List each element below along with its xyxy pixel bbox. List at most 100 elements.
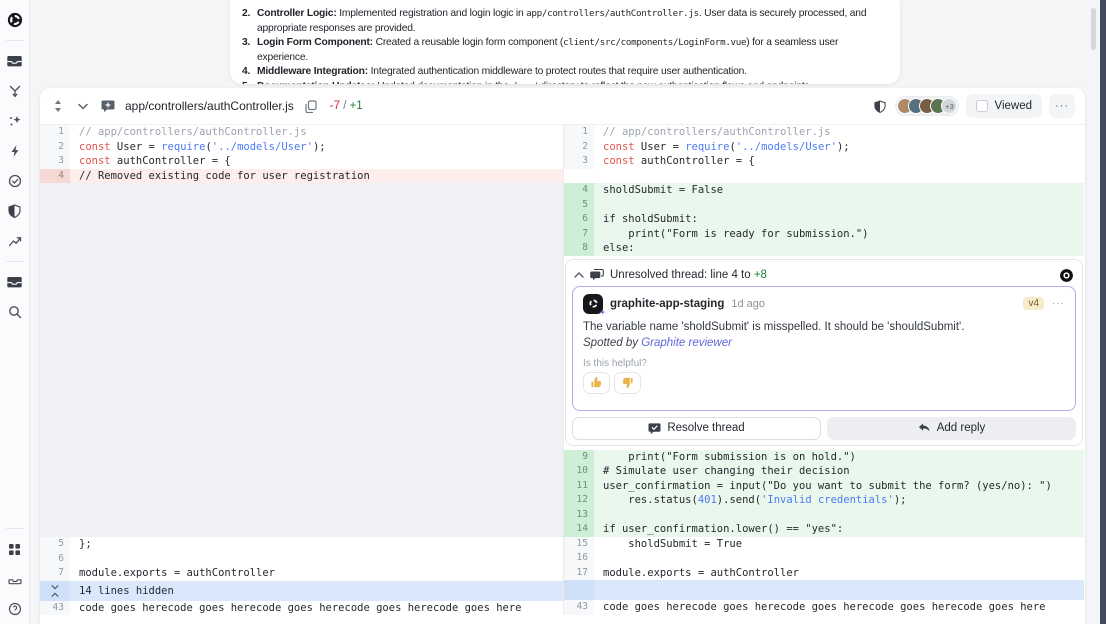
file-path: app/controllers/authController.js [125,99,294,113]
code-line: if sholdSubmit: [594,212,1084,227]
code-line: // app/controllers/authController.js [70,125,563,140]
expand-collapse-icon[interactable] [50,98,66,114]
comment-attribution: Spotted by Graphite reviewer [583,337,1065,349]
diff-row: 3const authController = { [40,154,563,169]
diff-row: 5 [564,198,1084,213]
diff-row: 5}; [40,537,563,552]
merge-icon[interactable] [7,83,23,99]
bolt-icon[interactable] [7,143,23,159]
line-number[interactable]: 7 [40,566,70,581]
line-number[interactable]: 3 [40,154,70,169]
line-number[interactable]: 14 [564,522,594,537]
diff-stats: -7 / +1 [330,100,363,112]
line-number[interactable]: 9 [564,450,594,465]
collapse-thread-icon[interactable] [574,272,584,278]
review-thread: Unresolved thread: line 4 to +8 ✦ graphi… [565,259,1083,446]
line-number[interactable]: 5 [40,537,70,552]
diff-row: 43code goes herecode goes herecode goes … [40,601,563,616]
comment-more-button[interactable]: ··· [1052,298,1065,309]
line-number[interactable]: 5 [564,198,594,213]
diff-row: 1// app/controllers/authController.js [564,125,1084,140]
line-number[interactable]: 1 [40,125,70,140]
code-line: res.status(401).send('Invalid credential… [594,493,1084,508]
diff-row: 6if sholdSubmit: [564,212,1084,227]
window-edge [1100,0,1106,624]
line-number[interactable]: 43 [564,600,594,615]
diff-row: 14if user_confirmation.lower() == "yes": [564,522,1084,537]
additions-count: +1 [350,100,363,112]
inbox-icon[interactable] [7,53,23,69]
line-number[interactable]: 4 [564,183,594,198]
line-number[interactable]: 2 [564,140,594,155]
line-number[interactable]: 4 [40,169,70,184]
scrollbar-thumb[interactable] [1091,8,1096,50]
help-icon[interactable] [7,601,23,617]
comment-body: The variable name 'sholdSubmit' is missp… [583,321,1065,333]
comment-author: graphite-app-staging [610,298,724,310]
code-line: module.exports = authController [70,566,563,581]
expand-hidden-lines[interactable] [40,581,70,601]
shield-icon[interactable] [7,203,23,219]
line-number[interactable]: 6 [40,552,70,567]
line-number[interactable]: 1 [564,125,594,140]
line-number[interactable]: 11 [564,479,594,494]
line-number[interactable]: 10 [564,464,594,479]
search-icon[interactable] [7,304,23,320]
chart-icon[interactable] [7,233,23,249]
line-number[interactable]: 7 [564,227,594,242]
line-number[interactable]: 13 [564,508,594,523]
diff-row: 4sholdSubmit = False [564,183,1084,198]
file-more-button[interactable]: ··· [1049,94,1075,118]
apps-grid-icon[interactable] [7,541,23,557]
sidebar-divider [6,261,24,262]
version-badge[interactable]: v4 [1023,297,1044,310]
thread-line-range: +8 [754,269,767,281]
line-number[interactable]: 6 [564,212,594,227]
add-reply-button[interactable]: Add reply [827,417,1076,440]
chevron-down-icon[interactable] [75,98,91,114]
diff-row: 2const User = require('../models/User'); [40,140,563,155]
diff-row: 43code goes herecode goes herecode goes … [564,600,1084,615]
resolve-thread-button[interactable]: Resolve thread [572,417,821,440]
shield-toggle-icon[interactable] [872,98,888,114]
tray-icon[interactable] [7,571,23,587]
line-number[interactable]: 17 [564,566,594,581]
line-number[interactable]: 2 [40,140,70,155]
copy-path-icon[interactable] [303,98,319,114]
inbox-icon[interactable] [7,274,23,290]
inline-code: client/src/components/LoginForm.vue [563,37,746,48]
thumbs-down-button[interactable] [614,372,641,394]
ai-sparkles-icon[interactable] [7,113,23,129]
summary-item-number: 2. [242,7,257,36]
viewed-toggle[interactable]: Viewed [966,94,1042,118]
reviewer-avatars[interactable]: +3 [895,96,959,116]
code-line: // app/controllers/authController.js [594,125,1084,140]
line-number[interactable]: 16 [564,551,594,566]
line-number[interactable]: 15 [564,537,594,552]
diff-row: 13 [564,508,1084,523]
graphite-logo-icon[interactable] [7,12,23,28]
viewed-checkbox[interactable] [976,100,988,112]
diff-row: 12 res.status(401).send('Invalid credent… [564,493,1084,508]
code-line: // Removed existing code for user regist… [70,169,563,184]
thread-target-icon[interactable] [1059,268,1074,283]
check-circle-icon[interactable] [7,173,23,189]
thumbs-up-button[interactable] [583,372,610,394]
line-number[interactable]: 43 [40,601,70,616]
graphite-reviewer-link[interactable]: Graphite reviewer [641,337,732,349]
sidebar-divider [6,528,24,529]
line-number[interactable]: 12 [564,493,594,508]
line-number[interactable]: 8 [564,241,594,256]
diff-row: 3const authController = { [564,154,1084,169]
summary-item-text: Documentation Updates: Updated documenta… [257,80,886,84]
diff-row: 9 print("Form submission is on hold.") [564,450,1084,465]
deletions-count: -7 [330,100,340,112]
expand-down-icon [51,584,59,590]
app-sidebar [0,0,30,624]
line-number[interactable]: 3 [564,154,594,169]
pr-summary-card: 2.Controller Logic: Implemented registra… [230,0,900,84]
summary-item-number: 3. [242,36,257,65]
summary-item-text: Middleware Integration: Integrated authe… [257,65,886,80]
comment-bubble-icon[interactable] [100,98,116,114]
code-line: code goes herecode goes herecode goes he… [70,601,563,616]
